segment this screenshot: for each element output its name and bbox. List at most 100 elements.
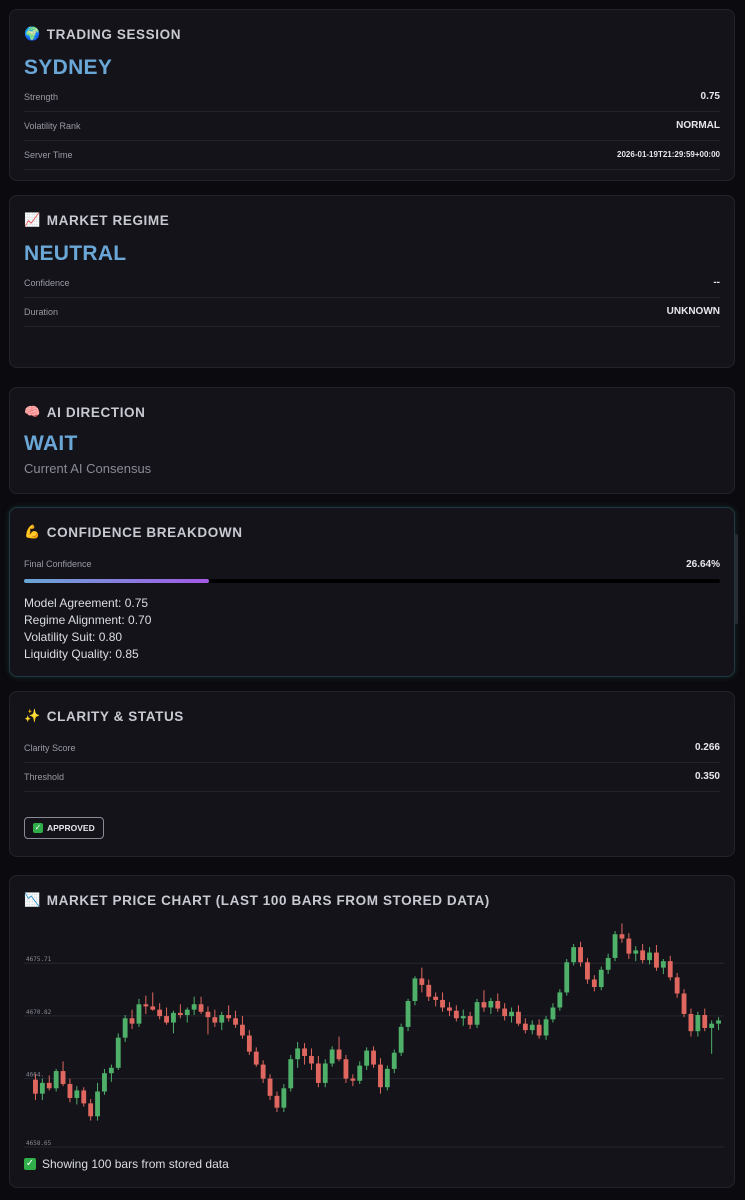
candle [695,1011,701,1037]
candle [591,975,597,992]
candle-body [467,1016,473,1025]
candle-body [481,1002,487,1008]
candle-body [157,1009,163,1017]
candle [67,1078,73,1103]
candle-body [150,1006,156,1010]
candle-body [240,1024,245,1036]
scrollbar-thumb[interactable] [735,534,738,624]
candle-body [88,1103,94,1117]
candle-body [122,1018,128,1038]
candle [46,1075,52,1091]
candle [246,1030,252,1055]
candle [219,1011,225,1031]
candle [460,1009,466,1026]
candlestick-chart[interactable]: 4675.714670.824664.4658.65 [22,909,726,1159]
candle [709,1020,715,1054]
candle [509,1007,514,1023]
candle-body [474,1002,480,1025]
candle [564,959,570,996]
candle-body [53,1071,59,1089]
candle-body [647,952,652,961]
candle [157,1003,163,1020]
confidence-breakdown-card: 💪 CONFIDENCE BREAKDOWN Final Confidence … [9,507,735,677]
candle [115,1033,121,1070]
candle [412,976,418,1006]
candle-body [619,934,625,939]
candle [60,1061,66,1087]
candle-body [267,1078,273,1096]
row-value: 2026-01-19T21:29:59+00:00 [617,150,720,159]
candle-body [205,1011,211,1018]
candle-body [654,952,659,968]
candle-body [716,1020,721,1024]
candle [95,1082,100,1121]
candle-body [453,1010,459,1019]
session-row-volatility-rank: Volatility Rank NORMAL [24,111,720,141]
candle-body [129,1018,135,1024]
candle [212,1009,218,1027]
candle [295,1041,301,1068]
candle-body [667,961,673,978]
candle-body [315,1063,321,1083]
candle-body [33,1079,38,1094]
candle-body [488,1001,494,1008]
sparkles-icon: ✨ [24,708,41,723]
candle-body [260,1064,266,1079]
candle [136,998,142,1027]
approved-badge: ✓ APPROVED [24,817,104,839]
candle [474,998,480,1028]
candle-body [212,1017,218,1023]
session-value: SYDNEY [24,56,113,79]
candle [481,990,487,1012]
candle [660,959,666,975]
candle [171,1010,176,1034]
candle-body [67,1083,73,1098]
regime-row-confidence: Confidence -- [24,268,720,298]
candle-body [605,957,611,970]
candle [81,1087,87,1107]
candle-body [688,1013,694,1032]
metric-liquidity-quality: Liquidity Quality: 0.85 [24,647,139,661]
candle-body [522,1023,528,1031]
candle-body [322,1063,328,1083]
candle [543,1016,549,1040]
candle-body [405,1001,411,1027]
candle-body [274,1095,280,1108]
candle [240,1016,245,1039]
candle [405,998,411,1032]
candle [371,1046,376,1068]
candle [329,1046,335,1067]
trading-session-title: 🌍 TRADING SESSION [24,26,182,42]
y-tick-label: 4670.82 [26,1009,52,1016]
row-label: Threshold [24,771,65,782]
candle-body [136,1004,142,1024]
chart-decreasing-icon: 📉 [24,892,41,907]
candle-body [578,947,583,963]
candle-body [398,1026,404,1053]
candle [681,989,687,1018]
y-tick-label: 4675.71 [26,956,52,963]
candle-body [591,979,597,988]
candle [315,1055,321,1088]
candle-body [440,999,445,1008]
candle [647,947,652,965]
candle-body [571,947,577,963]
candle [74,1086,80,1105]
candle [440,992,445,1012]
candle [198,996,204,1014]
candle [536,1019,542,1039]
candle-body [191,1004,197,1010]
candle-body [336,1049,342,1060]
candle [557,989,563,1011]
confidence-breakdown-title: 💪 CONFIDENCE BREAKDOWN [24,524,243,540]
candle [143,995,149,1014]
row-value: 0.266 [694,742,720,753]
metric-volatility-suit: Volatility Suit: 0.80 [24,630,123,644]
candle [702,1008,708,1032]
candle [226,1005,232,1022]
direction-value: WAIT [24,432,78,455]
candle-body [295,1048,301,1060]
clarity-row-threshold: Threshold 0.350 [24,762,720,792]
candle-body [557,992,563,1008]
clarity-row-score: Clarity Score 0.266 [24,733,720,763]
